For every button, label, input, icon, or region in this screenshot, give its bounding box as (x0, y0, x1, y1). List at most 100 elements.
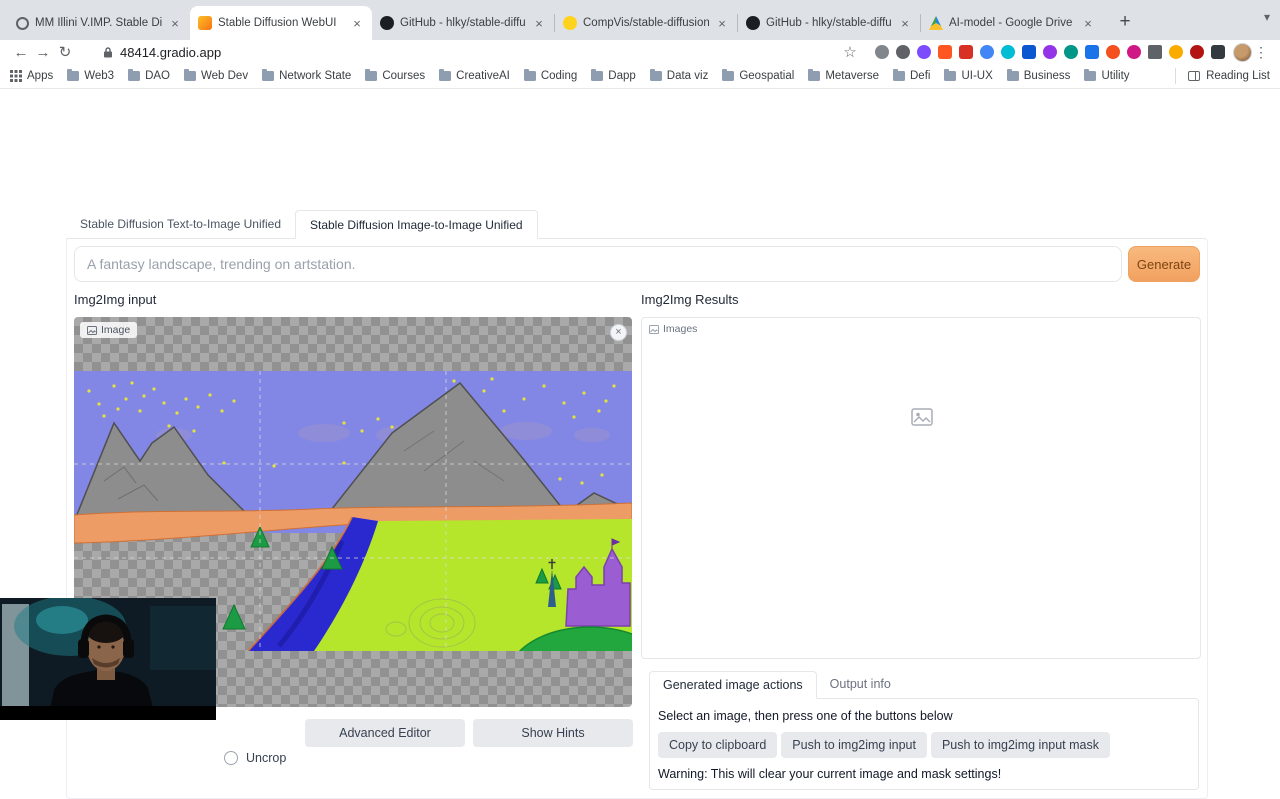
bookmark-item[interactable]: Defi (893, 70, 930, 82)
extension-icon[interactable] (1127, 45, 1141, 59)
folder-icon (67, 71, 79, 81)
extension-icon[interactable] (1169, 45, 1183, 59)
forward-button[interactable]: → (32, 44, 54, 61)
bookmark-label: CreativeAI (456, 70, 510, 82)
extension-icon[interactable] (1043, 45, 1057, 59)
extension-icon[interactable] (938, 45, 952, 59)
results-tab-bar: Generated image actions Output info (649, 671, 904, 699)
reading-list-icon (1188, 70, 1200, 82)
tab-close-icon[interactable]: × (532, 16, 546, 31)
bookmark-label: Coding (541, 70, 577, 82)
bookmark-item[interactable]: Utility (1084, 70, 1129, 82)
reading-list-label: Reading List (1206, 70, 1270, 82)
bookmark-item[interactable]: Network State (262, 70, 351, 82)
browser-tab[interactable]: MM Illini V.IMP. Stable Diffusi… × (8, 6, 190, 40)
webcam-overlay (0, 598, 216, 720)
bookmark-item[interactable]: Metaverse (808, 70, 879, 82)
browser-tab[interactable]: AI-model - Google Drive × (921, 6, 1103, 40)
bookmark-item[interactable]: Data viz (650, 70, 709, 82)
extension-icon[interactable] (1085, 45, 1099, 59)
img2img-input-title: Img2Img input (74, 292, 156, 307)
tab-close-icon[interactable]: × (898, 16, 912, 31)
image-badge-label: Image (101, 324, 130, 336)
bookmark-item[interactable]: UI-UX (944, 70, 992, 82)
advanced-editor-button[interactable]: Advanced Editor (305, 719, 465, 747)
push-to-img2img-input-button[interactable]: Push to img2img input (781, 732, 927, 758)
gradio-favicon-icon (198, 16, 212, 30)
tab-close-icon[interactable]: × (715, 16, 729, 31)
uncrop-checkbox[interactable] (224, 751, 238, 765)
browser-tab[interactable]: CompVis/stable-diffusion - Hu… × (555, 6, 737, 40)
tab-close-icon[interactable]: × (1081, 16, 1095, 31)
folder-icon (365, 71, 377, 81)
bookmark-label: Courses (382, 70, 425, 82)
image-badge-icon (87, 326, 97, 335)
site-favicon-icon (16, 17, 29, 30)
bookmark-item[interactable]: Dapp (591, 70, 636, 82)
reading-list-button[interactable]: Reading List (1175, 68, 1270, 84)
folder-icon (944, 71, 956, 81)
extension-icon[interactable] (1022, 45, 1036, 59)
editor-close-button[interactable]: × (610, 324, 627, 341)
tab-title: MM Illini V.IMP. Stable Diffusi… (35, 17, 162, 29)
bookmark-item[interactable]: CreativeAI (439, 70, 510, 82)
extension-icon[interactable] (875, 45, 889, 59)
bookmark-item[interactable]: Web3 (67, 70, 114, 82)
browser-menu-kebab-icon[interactable]: ⋮ (1252, 44, 1270, 61)
folder-icon (128, 71, 140, 81)
extension-icon[interactable] (896, 45, 910, 59)
address-bar[interactable]: 48414.gradio.app (102, 45, 221, 60)
folder-icon (650, 71, 662, 81)
bookmark-item[interactable]: Business (1007, 70, 1071, 82)
extension-icon[interactable] (1064, 45, 1078, 59)
prompt-input[interactable] (74, 246, 1122, 282)
profile-avatar[interactable] (1233, 43, 1252, 62)
bookmark-item[interactable]: Geospatial (722, 70, 794, 82)
images-badge-icon (649, 325, 659, 334)
browser-tab[interactable]: GitHub - hlky/stable-diffusion… × (738, 6, 920, 40)
extension-icon[interactable] (980, 45, 994, 59)
extension-icon[interactable] (1190, 45, 1204, 59)
folder-icon (524, 71, 536, 81)
bookmark-item-apps[interactable]: Apps (10, 70, 53, 82)
tab-title: GitHub - hlky/stable-diffusio… (400, 17, 526, 29)
bookmark-label: Utility (1101, 70, 1129, 82)
extension-icon[interactable] (917, 45, 931, 59)
tab-text-to-image[interactable]: Stable Diffusion Text-to-Image Unified (66, 210, 295, 239)
bookmark-item[interactable]: Coding (524, 70, 577, 82)
extension-icon[interactable] (1106, 45, 1120, 59)
tab-output-info[interactable]: Output info (817, 671, 904, 699)
bookmark-item[interactable]: Web Dev (184, 70, 248, 82)
tab-overflow-chevron-icon[interactable]: ▾ (1264, 10, 1270, 24)
bookmark-star-icon[interactable]: ☆ (839, 43, 861, 61)
bookmark-label: DAO (145, 70, 170, 82)
img2img-results-title: Img2Img Results (641, 292, 739, 307)
puzzle-extension-icon[interactable] (1211, 45, 1225, 59)
extension-icon[interactable] (959, 45, 973, 59)
tab-close-icon[interactable]: × (168, 16, 182, 31)
new-tab-button[interactable]: + (1113, 11, 1137, 33)
copy-to-clipboard-button[interactable]: Copy to clipboard (658, 732, 777, 758)
show-hints-button[interactable]: Show Hints (473, 719, 633, 747)
browser-tab[interactable]: GitHub - hlky/stable-diffusio… × (372, 6, 554, 40)
browser-tab-active[interactable]: Stable Diffusion WebUI × (190, 6, 372, 40)
actions-instruction: Select an image, then press one of the b… (658, 709, 1190, 723)
extension-icon[interactable] (1148, 45, 1162, 59)
uncrop-control: Uncrop (224, 751, 286, 765)
tab-close-icon[interactable]: × (350, 16, 364, 31)
bookmark-item[interactable]: Courses (365, 70, 425, 82)
folder-icon (262, 71, 274, 81)
reload-button[interactable]: ↻ (54, 43, 76, 61)
bookmark-item[interactable]: DAO (128, 70, 170, 82)
webcam-video (0, 598, 216, 720)
image-badge: Image (80, 322, 137, 338)
back-button[interactable]: ← (10, 44, 32, 61)
generate-button[interactable]: Generate (1128, 246, 1200, 282)
push-to-img2img-input-mask-button[interactable]: Push to img2img input mask (931, 732, 1110, 758)
tab-image-to-image[interactable]: Stable Diffusion Image-to-Image Unified (295, 210, 538, 239)
image-actions-panel: Select an image, then press one of the b… (649, 698, 1199, 790)
extensions-row (875, 45, 1225, 59)
github-favicon-icon (746, 16, 760, 30)
tab-generated-image-actions[interactable]: Generated image actions (649, 671, 817, 699)
extension-icon[interactable] (1001, 45, 1015, 59)
